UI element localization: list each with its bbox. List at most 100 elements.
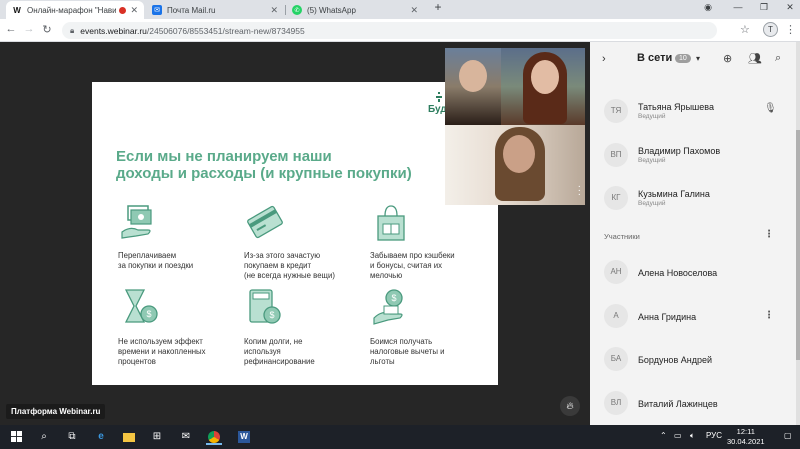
close-tab-icon[interactable]: ✕ [410, 5, 418, 16]
participant-name: Анна Гридина [638, 312, 697, 322]
slide-item: $ Боимся получать налоговые вычеты и льгот… [370, 288, 500, 367]
hourglass-coin-icon: $ [124, 289, 158, 323]
reload-icon[interactable]: ↻ [40, 23, 54, 36]
gift-bag-icon [377, 205, 405, 241]
recording-icon [119, 6, 127, 14]
tray-expand-icon[interactable]: ⌃ [660, 431, 667, 440]
close-window-icon[interactable]: ✕ [782, 2, 798, 13]
tab-title: Почта Mail.ru [167, 5, 216, 15]
restore-icon[interactable]: ❐ [756, 2, 772, 13]
tab-whatsapp[interactable]: ✆ (5) WhatsApp ✕ [286, 1, 424, 19]
panel-scroll-thumb[interactable] [796, 130, 800, 360]
slide-item: $ Копим долги, не используя рефинансирован… [244, 288, 374, 367]
avatar: КГ [604, 186, 628, 210]
camera-feed-1[interactable] [445, 48, 501, 125]
input-language[interactable]: РУС [706, 431, 722, 440]
calculator-icon: $ [249, 289, 281, 324]
lock-icon: 🔒︎ [70, 25, 75, 35]
participant-item[interactable]: А Анна Гридина ⋮ [590, 299, 800, 335]
network-icon[interactable]: ▭ [674, 431, 682, 440]
search-icon[interactable]: ⌕ [36, 429, 52, 445]
avatar: ВЛ [604, 391, 628, 415]
panel-header: › В сети 10 ▾ ⊕ 👥︎ ⌕ [590, 42, 800, 78]
svg-text:$: $ [146, 309, 151, 319]
address-bar[interactable]: 🔒︎ events.webinar.ru/24506076/8553451/st… [62, 22, 717, 39]
clock[interactable]: 12:11 30.04.2021 [727, 427, 765, 447]
online-count-badge: 10 [675, 54, 691, 63]
close-tab-icon[interactable]: ✕ [130, 5, 138, 16]
forward-icon[interactable]: → [22, 23, 36, 35]
participant-name: Бордунов Андрей [638, 355, 712, 365]
close-tab-icon[interactable]: ✕ [270, 5, 278, 16]
participant-name: Виталий Лажинцев [638, 399, 718, 409]
add-icon[interactable]: ⊕ [723, 52, 732, 65]
participant-item[interactable]: ВЛ Виталий Лажинцев [590, 386, 800, 422]
item-label: Переплачиваем за покупки и поездки [118, 251, 194, 270]
participant-role: Ведущий [638, 157, 666, 164]
slide-item: Забываем про кэшбеки и бонусы, считая их м… [370, 202, 500, 281]
edge-icon[interactable]: e [93, 429, 109, 445]
avatar: ТЯ [604, 99, 628, 123]
chevron-down-icon[interactable]: ▾ [696, 54, 700, 63]
volume-icon[interactable]: 🔈︎ [690, 431, 695, 441]
tab-search-icon[interactable]: ◉ [700, 2, 716, 13]
participants-panel: › В сети 10 ▾ ⊕ 👥︎ ⌕ ТЯ Татьяна Ярышева … [590, 42, 800, 425]
menu-kebab-icon[interactable]: ⋮ [785, 23, 796, 36]
task-view-icon[interactable]: ⧉ [64, 429, 80, 445]
windows-start-icon[interactable] [8, 429, 24, 445]
browser-toolbar: ← → ↻ 🔒︎ events.webinar.ru/24506076/8553… [0, 19, 800, 42]
people-icon[interactable]: 👥︎ [748, 52, 762, 65]
participant-menu-icon[interactable]: ⋮ [764, 310, 774, 321]
word-icon[interactable]: W [236, 429, 252, 445]
participant-name: Владимир Пахомов [638, 146, 721, 156]
avatar: А [604, 304, 628, 328]
tab-strip: W Онлайн-марафон "Навигат ✕ ✉ Почта Mail… [0, 0, 800, 19]
item-label: Из-за этого зачастую покупаем в кредит (не… [244, 251, 335, 280]
collapse-panel-icon[interactable]: › [602, 53, 606, 65]
logo-text: Буд [428, 104, 447, 115]
participant-video [459, 60, 487, 92]
back-icon[interactable]: ← [4, 23, 18, 35]
notifications-icon[interactable]: ▢ [784, 431, 792, 440]
participant-role: Ведущий [638, 200, 666, 207]
mail-icon[interactable]: ✉ [178, 429, 194, 445]
participant-name: Алена Новоселова [638, 268, 718, 278]
avatar: АН [604, 260, 628, 284]
participant-item[interactable]: БА Бордунов Андрей [590, 342, 800, 378]
camera-feed-2[interactable] [501, 48, 585, 125]
svg-text:$: $ [391, 293, 396, 303]
participants-section-label: Участники [604, 232, 640, 241]
new-tab-button[interactable]: + [430, 0, 446, 14]
section-menu-icon[interactable]: ⋮ [764, 229, 774, 240]
svg-text:$: $ [269, 310, 274, 320]
presentation-slide: Буд Если мы не планируем наши доходы и р… [92, 82, 498, 385]
webinar-favicon-icon: W [13, 5, 21, 15]
participant-name: Татьяна Ярышева [638, 102, 714, 112]
webinar-stage: Буд Если мы не планируем наши доходы и р… [0, 42, 590, 425]
whatsapp-icon: ✆ [292, 5, 302, 15]
tab-webinar[interactable]: W Онлайн-марафон "Навигат ✕ [6, 1, 144, 19]
participant-video [531, 60, 559, 94]
chrome-icon[interactable] [206, 429, 222, 445]
camera-options-icon[interactable]: · · · [578, 182, 581, 200]
item-label: Не используем эффект времени и накопленны… [118, 337, 206, 366]
search-icon[interactable]: ⌕ [775, 52, 781, 65]
tab-title: (5) WhatsApp [307, 5, 356, 15]
participant-item[interactable]: АН Алена Новоселова [590, 255, 800, 291]
store-icon[interactable]: ⊞ [149, 429, 165, 445]
camera-feed-3[interactable]: · · · [445, 125, 585, 205]
fire-icon[interactable]: 🔥︎ [560, 396, 580, 416]
host-item[interactable]: ТЯ Татьяна Ярышева Ведущий 🎙︎ [590, 94, 800, 130]
slide-item: Переплачиваем за покупки и поездки [118, 202, 248, 271]
profile-avatar[interactable]: T [763, 22, 778, 37]
host-item[interactable]: КГ Кузьмина Галина Ведущий [590, 181, 800, 217]
file-explorer-icon[interactable] [121, 429, 137, 445]
host-item[interactable]: ВП Владимир Пахомов Ведущий [590, 138, 800, 174]
slide-item: Из-за этого зачастую покупаем в кредит (не… [244, 202, 374, 281]
bookmark-star-icon[interactable]: ☆ [740, 23, 750, 36]
avatar: БА [604, 347, 628, 371]
minimize-icon[interactable]: — [730, 2, 746, 12]
coin-hand-icon: $ [373, 289, 403, 325]
item-label: Забываем про кэшбеки и бонусы, считая их м… [370, 251, 455, 280]
tab-mail[interactable]: ✉ Почта Mail.ru ✕ [146, 1, 284, 19]
